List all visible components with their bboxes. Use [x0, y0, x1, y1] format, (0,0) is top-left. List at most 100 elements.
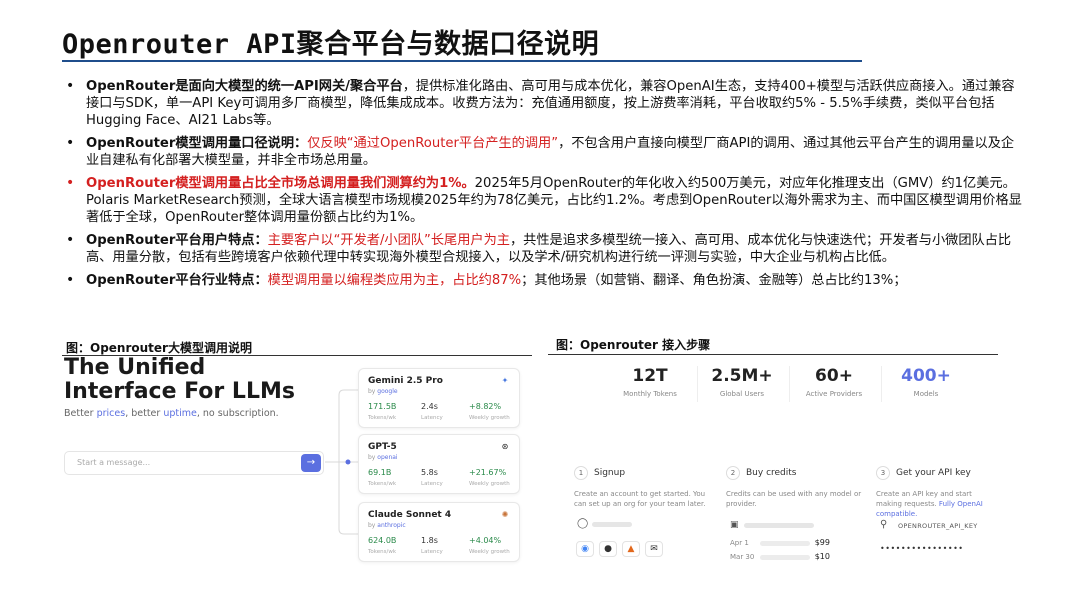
stat-value: 60+ — [815, 366, 853, 386]
fig-right-caption: 图：Openrouter 接入步骤 — [556, 338, 711, 352]
credit-row: Apr 1 $99 — [730, 538, 830, 547]
bullet-4-red: 主要客户以“开发者/小团队”长尾用户为主 — [267, 233, 510, 248]
message-input[interactable]: Start a message... → — [64, 451, 324, 475]
step-description: Create an account to get started. You ca… — [574, 490, 706, 508]
growth-label: Weekly growth — [469, 481, 510, 487]
growth-label: Weekly growth — [469, 415, 510, 421]
credit-date: Mar 30 — [730, 553, 755, 561]
bullet-item-1: OpenRouter是面向大模型的统一API网关/聚合平台，提供标准化路由、高可… — [62, 78, 1022, 129]
placeholder-bar — [592, 522, 632, 527]
by-label: by — [368, 522, 376, 529]
prices-link[interactable]: prices — [97, 408, 126, 419]
hero-line-2: Interface For LLMs — [64, 379, 295, 404]
stat-active-providers: 60+ Active Providers — [789, 366, 879, 398]
credit-amount: $10 — [814, 552, 830, 561]
model-growth: +8.82% — [469, 402, 502, 411]
hero-line-1: The Unified — [64, 355, 206, 380]
credit-date: Apr 1 — [730, 539, 749, 547]
bullet-list: OpenRouter是面向大模型的统一API网关/聚合平台，提供标准化路由、高可… — [62, 78, 1022, 295]
oauth-icons: ◉ ● ▲ ✉ — [576, 536, 668, 557]
bullet-2-red: 仅反映“通过OpenRouter平台产生的调用” — [307, 136, 559, 151]
stat-label: Active Providers — [805, 390, 863, 398]
tokens-label: Tokens/wk — [368, 481, 397, 487]
hero-sub-c: , better — [125, 408, 164, 419]
model-name: Claude Sonnet 4 — [368, 510, 452, 520]
latency-label: Latency — [421, 549, 443, 555]
model-card-gemini[interactable]: Gemini 2.5 Pro by google ✦ 171.5B 2.4s +… — [358, 368, 520, 428]
stat-value: 2.5M+ — [711, 366, 773, 386]
model-latency: 1.8s — [421, 536, 438, 545]
latency-label: Latency — [421, 415, 443, 421]
model-card-gpt5[interactable]: GPT-5 by openai ⊛ 69.1B 5.8s +21.67% Tok… — [358, 434, 520, 494]
model-growth: +4.04% — [469, 536, 502, 545]
api-key-masked: •••••••••••••••• — [880, 544, 964, 553]
model-growth: +21.67% — [469, 468, 507, 477]
hero-subtitle: Better prices, better uptime, no subscri… — [64, 408, 279, 419]
model-card-claude[interactable]: Claude Sonnet 4 by anthropic ✺ 624.0B 1.… — [358, 502, 520, 562]
placeholder-bar — [744, 523, 814, 528]
github-icon[interactable]: ● — [599, 541, 617, 557]
user-icon: ◯ — [577, 518, 589, 529]
step-number: 1 — [574, 465, 588, 480]
fig-left-caption: 图：Openrouter大模型调用说明 — [66, 341, 252, 355]
anthropic-icon: ✺ — [501, 510, 509, 519]
stat-models: 400+ Models — [881, 366, 971, 398]
api-key-label: OPENROUTER_API_KEY — [898, 522, 978, 530]
provider-name: google — [377, 388, 398, 395]
step-title: Get your API key — [896, 467, 971, 478]
hero-sub-a: Better — [64, 408, 97, 419]
bullet-5-text: ；其他场景（如营销、翻译、角色扮演、金融等）总占比约13%； — [521, 273, 907, 288]
stat-label: Monthly Tokens — [623, 390, 677, 398]
gemini-icon: ✦ — [501, 376, 509, 385]
step-get-api-key: 3 Get your API key Create an API key and … — [876, 462, 996, 519]
hero-heading: The Unified Interface For LLMs — [64, 356, 295, 404]
model-provider: by google — [368, 388, 398, 395]
credit-amount: $99 — [814, 538, 830, 547]
bullet-4-bold: OpenRouter平台用户特点： — [86, 233, 268, 248]
hero-sub-e: , no subscription. — [196, 408, 279, 419]
bullet-item-2: OpenRouter模型调用量口径说明：仅反映“通过OpenRouter平台产生… — [62, 135, 1022, 169]
credit-bar — [760, 541, 810, 546]
stat-value: 12T — [632, 366, 668, 386]
tokens-label: Tokens/wk — [368, 415, 397, 421]
send-arrow-icon[interactable]: → — [301, 454, 321, 472]
model-name: GPT-5 — [368, 442, 397, 452]
model-provider: by anthropic — [368, 522, 406, 529]
email-icon[interactable]: ✉ — [645, 541, 663, 557]
title-underline — [62, 60, 862, 62]
stat-value: 400+ — [901, 366, 951, 386]
stat-monthly-tokens: 12T Monthly Tokens — [605, 366, 695, 398]
model-latency: 5.8s — [421, 468, 438, 477]
by-label: by — [368, 454, 376, 461]
model-provider: by openai — [368, 454, 398, 461]
step-buy-credits: 2 Buy credits Credits can be used with an… — [726, 462, 866, 509]
bullet-2-bold: OpenRouter模型调用量口径说明： — [86, 136, 308, 151]
credit-bar — [760, 555, 810, 560]
growth-label: Weekly growth — [469, 549, 510, 555]
fig-right-rule — [548, 354, 998, 355]
model-tokens: 624.0B — [368, 536, 397, 545]
bullet-item-3: OpenRouter模型调用量占比全市场总调用量我们测算约为1%。2025年5月… — [62, 175, 1022, 226]
stat-global-users: 2.5M+ Global Users — [697, 366, 787, 398]
step-title: Buy credits — [746, 467, 797, 478]
bullet-item-5: OpenRouter平台行业特点：模型调用量以编程类应用为主，占比约87%；其他… — [62, 272, 1022, 289]
model-tokens: 171.5B — [368, 402, 397, 411]
message-placeholder: Start a message... — [77, 458, 151, 467]
stat-label: Models — [913, 390, 939, 398]
step-title: Signup — [594, 467, 626, 478]
provider-name: openai — [377, 454, 398, 461]
page-title: Openrouter API聚合平台与数据口径说明 — [62, 29, 600, 60]
api-key-field[interactable]: •••••••••••••••• — [880, 536, 990, 553]
google-icon[interactable]: ◉ — [576, 541, 594, 557]
card-icon: ▣ — [730, 520, 739, 530]
metamask-icon[interactable]: ▲ — [622, 541, 640, 557]
uptime-link[interactable]: uptime — [163, 408, 197, 419]
step-description: Credits can be used with any model or pr… — [726, 490, 862, 508]
bullet-3-red-bold: OpenRouter模型调用量占比全市场总调用量我们测算约为1%。 — [86, 176, 475, 191]
provider-name: anthropic — [377, 522, 406, 529]
latency-label: Latency — [421, 481, 443, 487]
step-description: Create an API key and start making reque… — [876, 489, 996, 519]
tokens-label: Tokens/wk — [368, 549, 397, 555]
model-tokens: 69.1B — [368, 468, 392, 477]
step-signup: 1 Signup Create an account to get started… — [574, 462, 714, 509]
